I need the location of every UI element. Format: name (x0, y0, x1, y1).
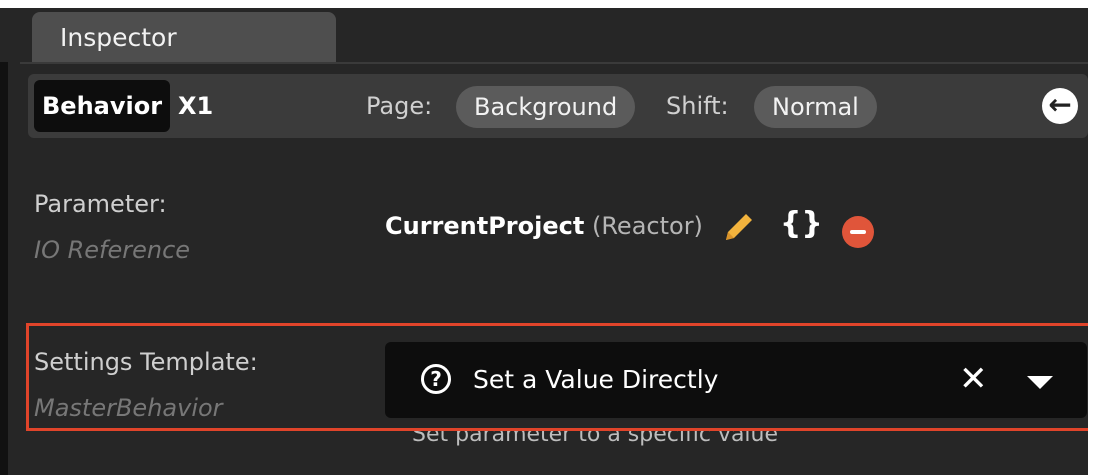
highlight-box (26, 323, 1092, 431)
behavior-chip[interactable]: Behavior (34, 80, 171, 132)
back-arrow-icon[interactable]: ← (1042, 88, 1078, 124)
parameter-type: (Reactor) (591, 212, 703, 240)
parameter-value: CurrentProject (Reactor) (385, 212, 703, 240)
shift-label: Shift: (666, 92, 729, 120)
left-edge (0, 62, 8, 475)
parameter-label: Parameter: (34, 190, 167, 218)
page-label: Page: (366, 92, 433, 120)
tab-divider (20, 62, 1088, 64)
shift-selector[interactable]: Normal (754, 86, 877, 128)
parameter-name: CurrentProject (385, 212, 585, 240)
behavior-toolbar: Behavior X1 Page: Background Shift: Norm… (28, 74, 1088, 138)
remove-icon[interactable] (842, 216, 874, 248)
braces-icon[interactable]: {} (780, 206, 823, 241)
tab-inspector[interactable]: Inspector (32, 12, 336, 64)
instance-label: X1 (178, 92, 214, 120)
inspector-panel: Inspector Behavior X1 Page: Background S… (0, 0, 1098, 475)
right-margin (1088, 0, 1098, 475)
settings-template-hint: Set parameter to a specific value (412, 430, 779, 447)
top-margin (0, 0, 1098, 8)
pencil-icon[interactable] (718, 208, 758, 248)
page-selector[interactable]: Background (456, 86, 636, 128)
parameter-sublabel: IO Reference (34, 236, 191, 264)
hint-clip: Set parameter to a specific value (400, 430, 800, 451)
